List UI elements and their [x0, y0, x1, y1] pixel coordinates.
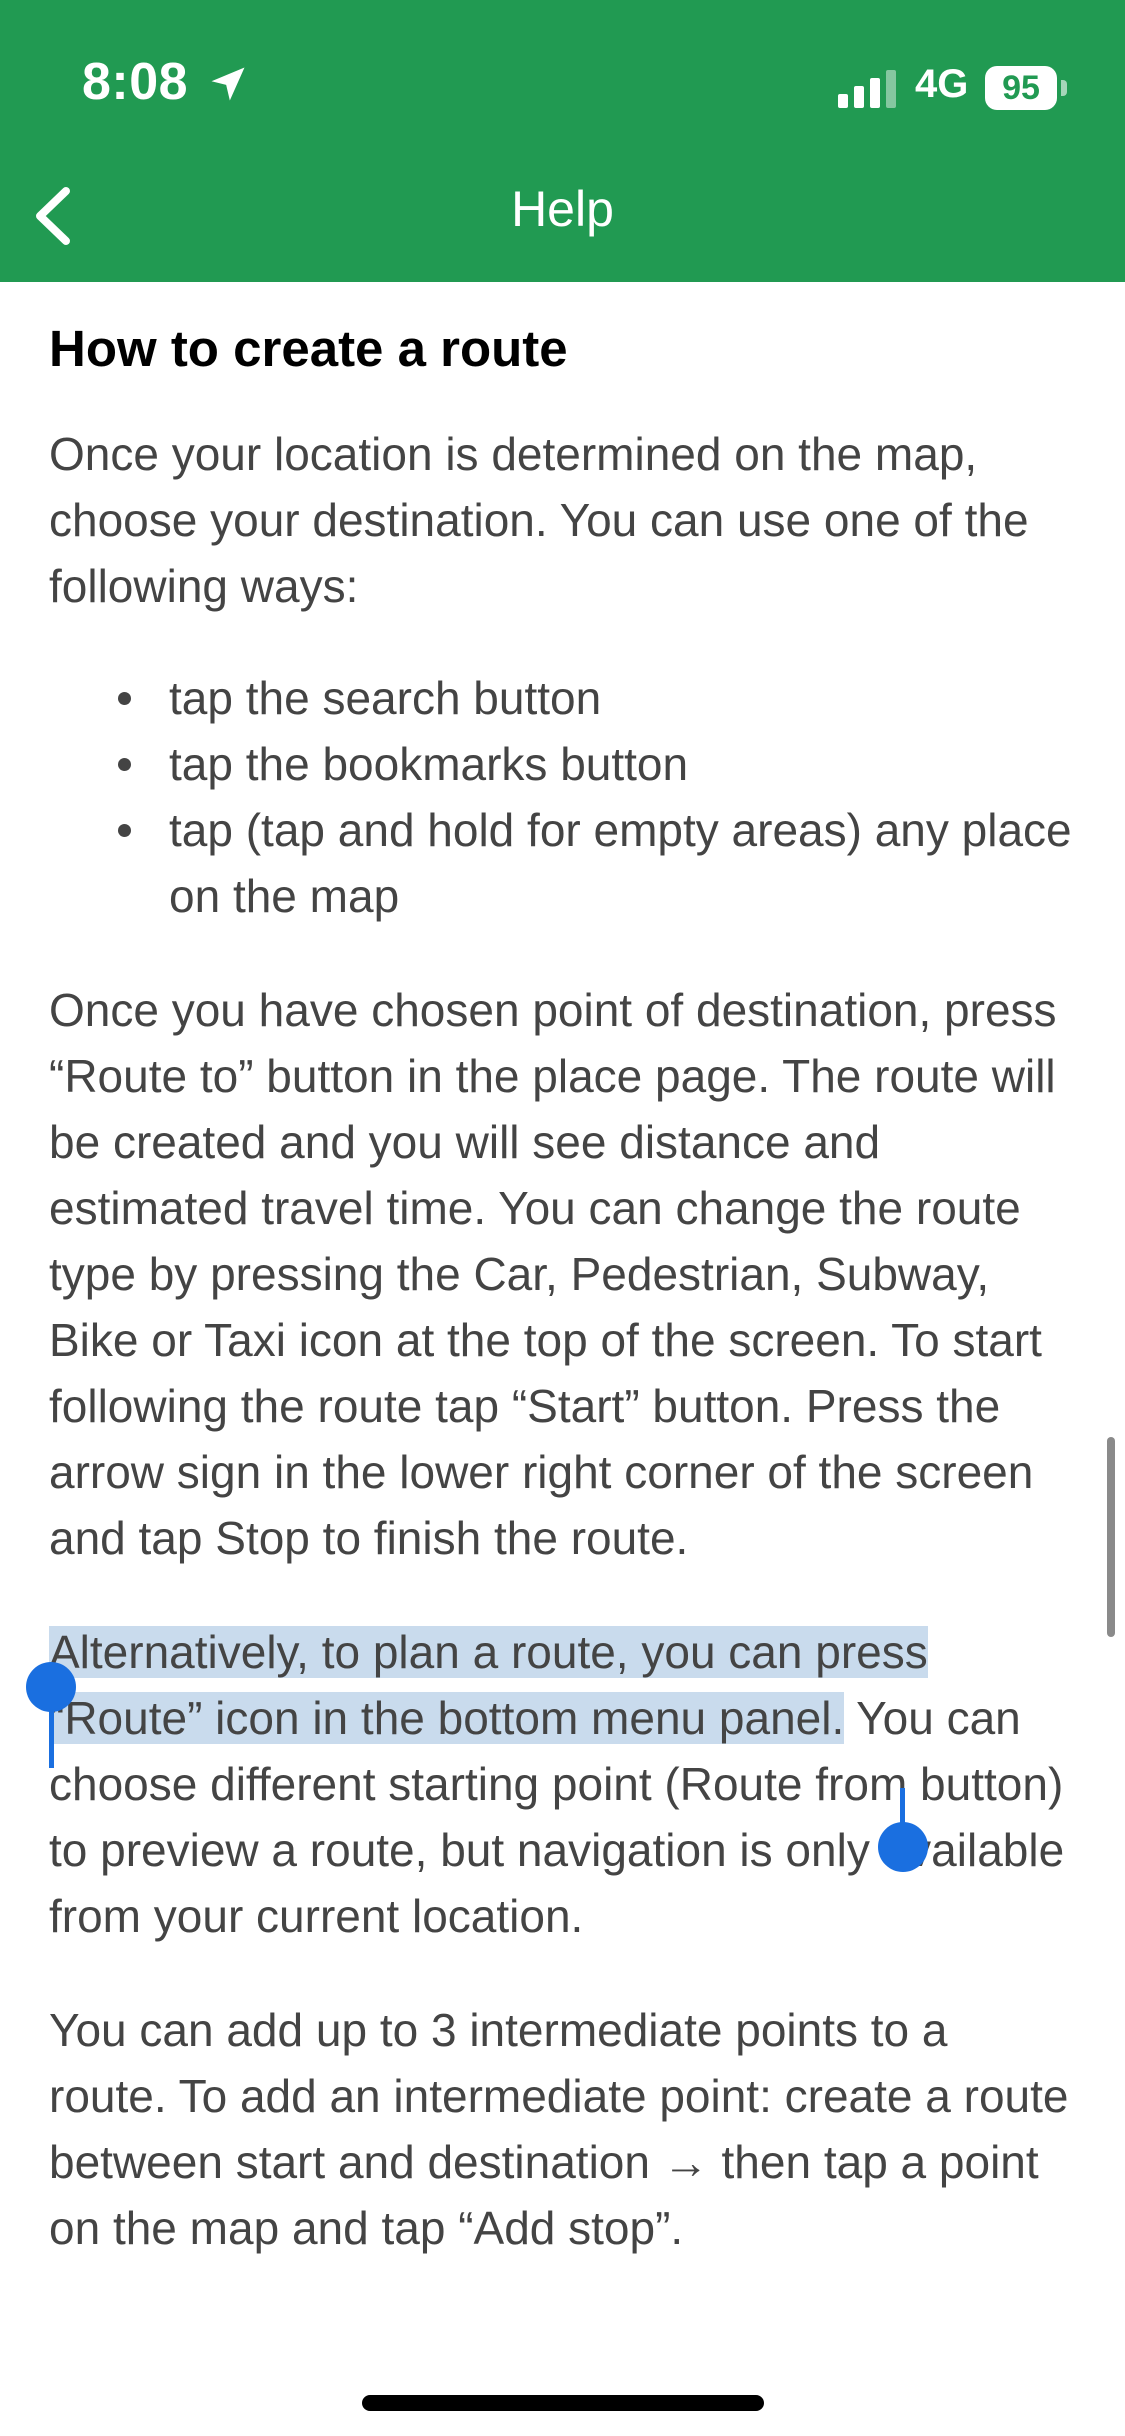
- network-type: 4G: [915, 62, 969, 106]
- scrollbar[interactable]: [1107, 1437, 1115, 1637]
- selected-text[interactable]: Alternatively, to plan a route, you can …: [49, 1625, 928, 1744]
- section-heading: How to create a route: [49, 320, 568, 377]
- intermediate-points-paragraph: You can add up to 3 intermediate points …: [49, 2003, 1069, 2254]
- handle-stem: [49, 1700, 54, 1768]
- route-paragraph: Once you have chosen point of destinatio…: [49, 983, 1057, 1564]
- home-indicator[interactable]: [362, 2395, 764, 2411]
- status-time: 8:08: [82, 53, 189, 111]
- battery-level: 95: [985, 66, 1057, 110]
- list-item: tap the search button: [118, 665, 1074, 731]
- battery-icon: 95: [985, 66, 1067, 110]
- cellular-signal-icon: [838, 70, 896, 108]
- list-item: tap the bookmarks button: [118, 731, 1074, 797]
- list-item: tap (tap and hold for empty areas) any p…: [118, 797, 1074, 929]
- page-title: Help: [511, 181, 614, 237]
- app-header: 8:08 4G 95 Help: [0, 0, 1125, 282]
- location-arrow-icon: [211, 67, 245, 101]
- alternative-paragraph[interactable]: Alternatively, to plan a route, you can …: [49, 1619, 1074, 1949]
- battery-tip: [1061, 80, 1067, 96]
- handle-knob[interactable]: [878, 1822, 928, 1872]
- help-article: How to create a route Once your location…: [49, 282, 1074, 2261]
- intro-paragraph: Once your location is determined on the …: [49, 427, 1029, 612]
- destination-methods-list: tap the search button tap the bookmarks …: [49, 665, 1074, 929]
